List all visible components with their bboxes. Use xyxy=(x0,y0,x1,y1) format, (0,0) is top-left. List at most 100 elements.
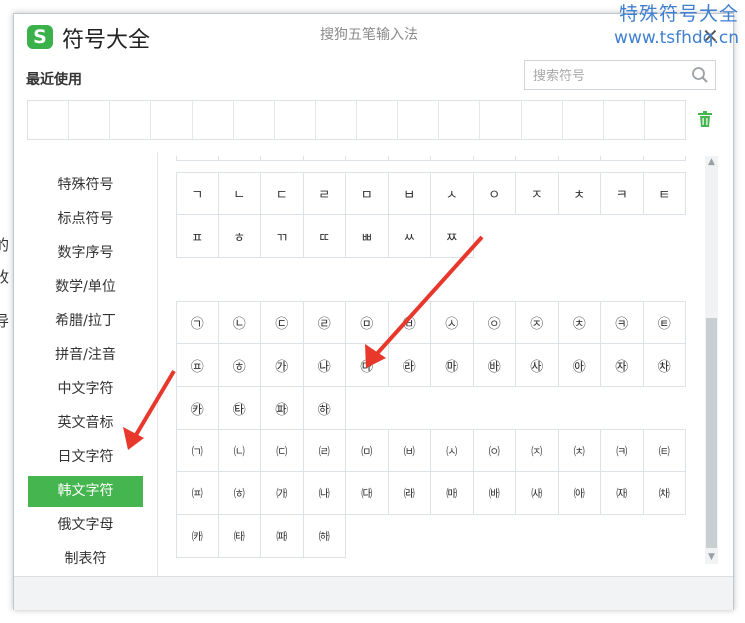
recent-symbol-slot[interactable] xyxy=(151,101,193,139)
scrollbar[interactable]: ▲ ▼ xyxy=(705,156,718,564)
symbol-cell[interactable]: ㈏ xyxy=(303,472,346,515)
symbol-cell[interactable]: ㉢ xyxy=(261,301,304,344)
symbol-cell[interactable]: ㈔ xyxy=(516,472,559,515)
symbol-cell[interactable]: ㄲ xyxy=(261,215,304,258)
symbol-cell[interactable]: ㉫ xyxy=(643,301,686,344)
symbol-cell[interactable]: ㅅ xyxy=(431,172,474,215)
recent-symbol-slot[interactable] xyxy=(28,101,70,139)
sidebar-item[interactable]: 韩文字符 xyxy=(28,476,143,507)
symbol-cell[interactable]: ㉹ xyxy=(218,387,261,430)
symbol-cell[interactable]: ㅂ xyxy=(388,172,431,215)
symbol-cell[interactable]: ㅆ xyxy=(388,215,431,258)
symbol-cell[interactable]: ㈂ xyxy=(261,429,304,472)
sidebar-item[interactable]: 希腊/拉丁 xyxy=(28,306,143,337)
sidebar-item[interactable]: 英文音标 xyxy=(28,408,143,439)
symbol-cell-partial[interactable] xyxy=(473,156,516,161)
recent-symbol-slot[interactable] xyxy=(563,101,604,139)
recent-symbol-slot[interactable] xyxy=(275,101,316,139)
symbol-cell[interactable]: ㈕ xyxy=(558,472,601,515)
symbol-cell[interactable]: ㉦ xyxy=(431,301,474,344)
symbol-cell-partial[interactable] xyxy=(601,156,644,161)
symbol-cell[interactable]: ㄷ xyxy=(261,172,304,215)
symbol-cell-partial[interactable] xyxy=(303,156,346,161)
recent-symbol-slot[interactable] xyxy=(357,101,399,139)
symbol-cell[interactable]: ㈛ xyxy=(303,515,346,558)
symbol-cell[interactable]: ㅊ xyxy=(558,172,601,215)
symbol-cell[interactable]: ㈙ xyxy=(218,515,261,558)
symbol-cell[interactable]: ㈃ xyxy=(303,429,346,472)
symbol-cell[interactable]: ㄹ xyxy=(303,172,346,215)
symbol-cell[interactable]: ㉡ xyxy=(218,301,261,344)
symbol-cell[interactable]: ㉥ xyxy=(388,301,431,344)
sidebar-item[interactable]: 中文字符 xyxy=(28,374,143,405)
symbol-cell[interactable]: ㉤ xyxy=(346,301,389,344)
symbol-cell[interactable]: ㄱ xyxy=(176,172,219,215)
symbol-cell[interactable]: ㉧ xyxy=(473,301,516,344)
symbol-cell[interactable]: ㈋ xyxy=(643,429,686,472)
symbol-cell[interactable]: ㉣ xyxy=(303,301,346,344)
symbol-cell[interactable]: ㈗ xyxy=(643,472,686,515)
symbol-cell[interactable]: ㉠ xyxy=(176,301,219,344)
symbol-cell[interactable]: ㈌ xyxy=(176,472,219,515)
symbol-cell[interactable]: ㅍ xyxy=(176,215,219,258)
symbol-cell[interactable]: ㉨ xyxy=(516,301,559,344)
recent-symbol-slot[interactable] xyxy=(439,101,481,139)
symbol-cell[interactable]: ㈍ xyxy=(218,472,261,515)
search-input[interactable] xyxy=(531,66,693,86)
symbol-cell[interactable]: ㈄ xyxy=(346,429,389,472)
symbol-cell[interactable]: ㉵ xyxy=(558,344,601,387)
symbol-cell[interactable]: ㅉ xyxy=(431,215,474,258)
symbol-cell[interactable]: ㈓ xyxy=(473,472,516,515)
recent-symbol-slot[interactable] xyxy=(69,101,111,139)
symbol-cell-partial[interactable] xyxy=(218,156,261,161)
scroll-up-icon[interactable]: ▲ xyxy=(705,156,718,169)
symbol-cell[interactable]: ㉶ xyxy=(601,344,644,387)
sidebar-item[interactable]: 特殊符号 xyxy=(28,170,143,201)
recent-symbol-slot[interactable] xyxy=(234,101,275,139)
recent-symbol-slot[interactable] xyxy=(316,101,357,139)
symbol-cell[interactable]: ㈚ xyxy=(261,515,304,558)
sidebar-item[interactable]: 制表符 xyxy=(28,544,143,575)
symbol-cell[interactable]: ㈁ xyxy=(218,429,261,472)
symbol-cell[interactable]: ㅈ xyxy=(516,172,559,215)
symbol-cell[interactable]: ㅋ xyxy=(601,172,644,215)
symbol-cell-partial[interactable] xyxy=(261,156,304,161)
symbol-cell[interactable]: ㈑ xyxy=(388,472,431,515)
symbol-cell-partial[interactable] xyxy=(431,156,474,161)
symbol-cell-partial[interactable] xyxy=(516,156,559,161)
symbol-cell[interactable]: ㉰ xyxy=(346,344,389,387)
symbol-cell[interactable]: ㅁ xyxy=(346,172,389,215)
symbol-cell-partial[interactable] xyxy=(558,156,601,161)
symbol-cell[interactable]: ㅃ xyxy=(346,215,389,258)
symbol-cell-partial[interactable] xyxy=(176,156,219,161)
recent-symbol-slot[interactable] xyxy=(480,101,522,139)
symbol-cell[interactable]: ㉺ xyxy=(261,387,304,430)
symbol-cell-partial[interactable] xyxy=(643,156,686,161)
symbol-cell[interactable]: ㈅ xyxy=(388,429,431,472)
symbol-cell[interactable]: ㈘ xyxy=(176,515,219,558)
recent-symbol-slot[interactable] xyxy=(398,101,440,139)
scrollbar-thumb[interactable] xyxy=(706,318,717,548)
symbol-cell[interactable]: ㅇ xyxy=(473,172,516,215)
symbol-cell[interactable]: ㈎ xyxy=(261,472,304,515)
symbol-cell[interactable]: ㄴ xyxy=(218,172,261,215)
symbol-cell[interactable]: ㉭ xyxy=(218,344,261,387)
symbol-cell[interactable]: ㈉ xyxy=(558,429,601,472)
symbol-cell[interactable]: ㉱ xyxy=(388,344,431,387)
symbol-cell[interactable]: ㉳ xyxy=(473,344,516,387)
search-box[interactable] xyxy=(524,60,716,90)
sidebar-item[interactable]: 数学/单位 xyxy=(28,272,143,303)
symbol-cell[interactable]: ㈈ xyxy=(516,429,559,472)
symbol-cell[interactable]: ㉩ xyxy=(558,301,601,344)
symbol-cell[interactable]: ㉯ xyxy=(303,344,346,387)
recent-symbol-slot[interactable] xyxy=(604,101,645,139)
sidebar-item[interactable]: 标点符号 xyxy=(28,204,143,235)
sidebar-item[interactable]: 俄文字母 xyxy=(28,510,143,541)
recent-symbol-slot[interactable] xyxy=(645,101,685,139)
symbol-cell[interactable]: ㈀ xyxy=(176,429,219,472)
symbol-cell[interactable]: ㅌ xyxy=(643,172,686,215)
symbol-cell[interactable]: ㉻ xyxy=(303,387,346,430)
sidebar-item[interactable]: 数字序号 xyxy=(28,238,143,269)
sidebar-item[interactable]: 拼音/注音 xyxy=(28,340,143,371)
symbol-cell[interactable]: ㈖ xyxy=(601,472,644,515)
